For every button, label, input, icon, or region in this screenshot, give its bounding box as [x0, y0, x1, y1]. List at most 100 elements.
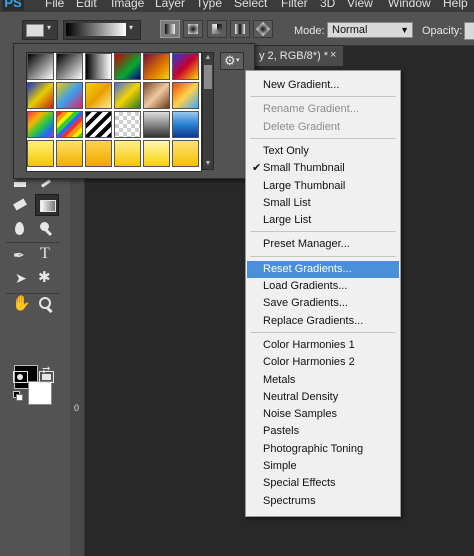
menu-item-save-gradients[interactable]: Save Gradients... [247, 295, 399, 312]
gradient-swatch[interactable] [114, 82, 141, 109]
gradient-swatch[interactable] [56, 82, 83, 109]
menu-select[interactable]: Select [234, 0, 267, 10]
opacity-input[interactable] [464, 22, 474, 40]
blur-tool[interactable] [10, 219, 30, 239]
quick-mask-tool[interactable] [10, 367, 30, 387]
gradient-swatch[interactable] [27, 111, 54, 138]
menu-separator [250, 96, 396, 98]
menu-image[interactable]: Image [111, 0, 144, 10]
radial-gradient-button[interactable] [183, 20, 203, 38]
gradient-swatch[interactable] [27, 140, 54, 167]
close-icon[interactable]: × [330, 49, 336, 61]
menu-item-spectrums[interactable]: Spectrums [247, 493, 399, 510]
gradient-swatch[interactable] [56, 140, 83, 167]
menu-item-large-thumbnail[interactable]: Large Thumbnail [247, 178, 399, 195]
default-colors-icon[interactable] [13, 391, 23, 401]
gradient-swatch[interactable] [56, 53, 83, 80]
arrow-icon: ➤ [15, 270, 27, 286]
scroll-up-icon[interactable]: ▲ [203, 53, 213, 63]
menu-item-metals[interactable]: Metals [247, 372, 399, 389]
menu-item-color-harmonies-2[interactable]: Color Harmonies 2 [247, 354, 399, 371]
scroll-thumb[interactable] [204, 65, 212, 89]
document-tab[interactable]: y 2, RGB/8*) * × [248, 45, 344, 66]
menu-type[interactable]: Type [196, 0, 222, 10]
menu-item-pastels[interactable]: Pastels [247, 423, 399, 440]
picker-scrollbar[interactable]: ▲ ▼ [202, 52, 214, 170]
gradient-swatch[interactable] [172, 140, 199, 167]
chevron-down-icon: ▾ [47, 23, 52, 32]
menu-item-neutral-density[interactable]: Neutral Density [247, 389, 399, 406]
menu-item-special-effects[interactable]: Special Effects [247, 475, 399, 492]
diamond-gradient-button[interactable] [253, 20, 273, 38]
shape-tool[interactable]: ✱ [36, 269, 56, 289]
gradient-swatch[interactable] [114, 111, 141, 138]
app-logo: PS [2, 0, 24, 11]
menu-window[interactable]: Window [388, 0, 431, 10]
gradient-swatch[interactable] [85, 82, 112, 109]
gradient-swatch[interactable] [27, 53, 54, 80]
reflected-gradient-button[interactable] [230, 20, 250, 38]
history-brush-tool[interactable] [36, 176, 56, 196]
menu-edit[interactable]: Edit [76, 0, 97, 10]
gradient-swatch[interactable] [56, 111, 83, 138]
gradient-swatch[interactable] [172, 53, 199, 80]
menu-item-new-gradient[interactable]: New Gradient... [247, 77, 399, 94]
menu-filter[interactable]: Filter [281, 0, 308, 10]
menu-item-simple[interactable]: Simple [247, 458, 399, 475]
blend-mode-select[interactable]: Normal ▼ [327, 22, 413, 38]
gradient-picker-menu-button[interactable]: ⚙ ▾ [220, 52, 244, 70]
type-tool[interactable]: T [36, 245, 56, 265]
hand-tool[interactable]: ✋ [10, 295, 31, 315]
menu-item-label: Preset Manager... [263, 238, 350, 251]
menu-view[interactable]: View [347, 0, 373, 10]
gradient-tool[interactable] [35, 194, 59, 216]
pen-tool[interactable]: ✒ [10, 245, 30, 265]
gradient-swatch[interactable] [85, 111, 112, 138]
gradient-swatch[interactable] [114, 53, 141, 80]
gradient-swatch[interactable] [172, 82, 199, 109]
menu-layer[interactable]: Layer [155, 0, 185, 10]
menu-item-text-only[interactable]: Text Only [247, 143, 399, 160]
angle-gradient-button[interactable] [207, 20, 227, 38]
menu-item-load-gradients[interactable]: Load Gradients... [247, 278, 399, 295]
angle-gradient-icon [212, 24, 222, 34]
history-brush-icon [41, 179, 51, 188]
menu-bar: PS File Edit Image Layer Type Select Fil… [0, 0, 474, 12]
menu-item-label: Metals [263, 373, 296, 386]
menu-item-large-list[interactable]: Large List [247, 212, 399, 229]
menu-item-photographic-toning[interactable]: Photographic Toning [247, 441, 399, 458]
tool-preset-picker[interactable]: ▾ [22, 20, 58, 40]
eraser-tool[interactable] [10, 195, 30, 215]
gradient-swatch[interactable] [143, 111, 170, 138]
menu-item-noise-samples[interactable]: Noise Samples [247, 406, 399, 423]
menu-file[interactable]: File [45, 0, 64, 10]
path-select-tool[interactable]: ➤ [10, 269, 30, 289]
gradient-swatch[interactable] [85, 140, 112, 167]
menu-item-small-thumbnail[interactable]: ✔ Small Thumbnail [247, 160, 399, 177]
gradient-swatch[interactable] [143, 82, 170, 109]
gradient-preview-dropdown[interactable]: ▾ [63, 20, 141, 40]
scroll-down-icon[interactable]: ▼ [203, 159, 213, 169]
ruler-zero-label: 0 [74, 403, 80, 413]
screen-mode-tool[interactable] [36, 367, 56, 387]
linear-gradient-button[interactable] [160, 20, 180, 38]
menu-separator [250, 137, 396, 139]
gradient-swatch[interactable] [143, 140, 170, 167]
menu-3d[interactable]: 3D [320, 0, 335, 10]
menu-item-color-harmonies-1[interactable]: Color Harmonies 1 [247, 337, 399, 354]
gradient-swatch[interactable] [114, 140, 141, 167]
gradient-swatch[interactable] [27, 82, 54, 109]
menu-help[interactable]: Help [443, 0, 468, 10]
hand-icon: ✋ [12, 295, 31, 312]
brush-icon [14, 182, 26, 187]
gradient-swatch[interactable] [172, 111, 199, 138]
brush-tool[interactable] [10, 176, 30, 196]
zoom-tool[interactable] [36, 295, 56, 315]
menu-item-small-list[interactable]: Small List [247, 195, 399, 212]
dodge-tool[interactable] [36, 219, 56, 239]
gradient-swatch[interactable] [143, 53, 170, 80]
menu-item-replace-gradients[interactable]: Replace Gradients... [247, 313, 399, 330]
menu-item-reset-gradients[interactable]: Reset Gradients... [247, 260, 399, 278]
gradient-swatch[interactable] [85, 53, 112, 80]
menu-item-preset-manager[interactable]: Preset Manager... [247, 236, 399, 253]
